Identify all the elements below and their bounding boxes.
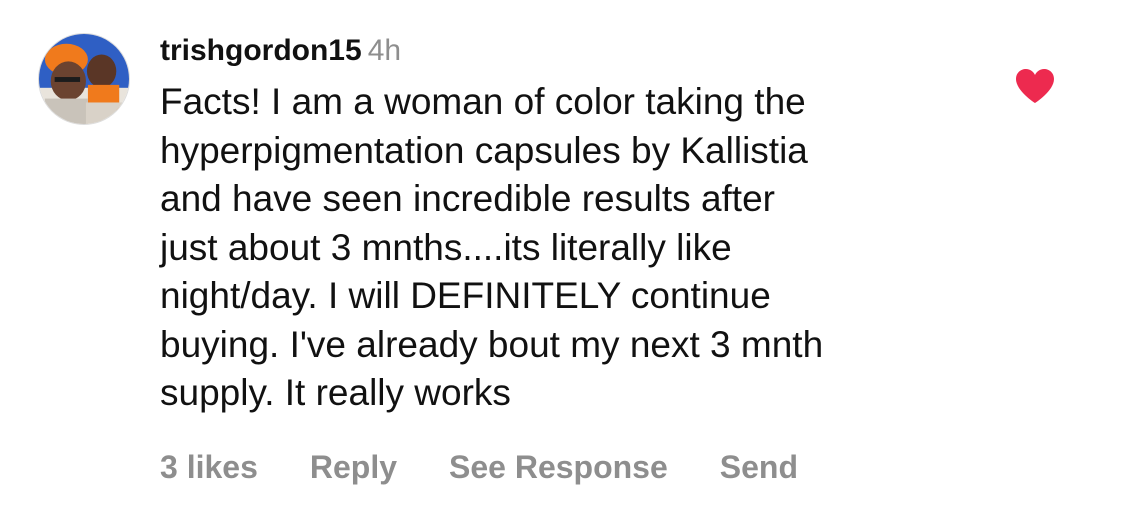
comment-text: Facts! I am a woman of color taking the … [160,78,980,418]
avatar[interactable] [38,33,130,125]
comment-text-line: Facts! I am a woman of color taking the [160,81,806,122]
see-response-button[interactable]: See Response [449,449,668,486]
comment-text-line: buying. I've already bout my next 3 mnth [160,323,824,365]
comment-text-line: supply. It really works [160,372,511,413]
comment: trishgordon15 4h Facts! I am a woman of c… [0,0,1125,511]
comment-text-line: hyperpigmentation capsules by Kallistia [160,129,808,171]
comment-timestamp: 4h [367,34,402,67]
comment-text-line: just about 3 mnths....its literally like [160,226,732,268]
comment-text-line: night/day. I will DEFINITELY continue [160,275,771,316]
send-button[interactable]: Send [720,449,798,486]
avatar-photo [39,34,129,124]
heart-filled-icon[interactable] [1015,68,1055,104]
comment-text-line: and have seen incredible results after [160,178,775,219]
comment-header: trishgordon15 4h [160,30,980,72]
comment-content: trishgordon15 4h Facts! I am a woman of c… [160,30,980,418]
likes-count-link[interactable]: 3 likes [160,449,258,486]
username-link[interactable]: trishgordon15 [160,34,362,67]
comment-actions: 3 likes Reply See Response Send [160,447,850,487]
reply-button[interactable]: Reply [310,449,397,486]
